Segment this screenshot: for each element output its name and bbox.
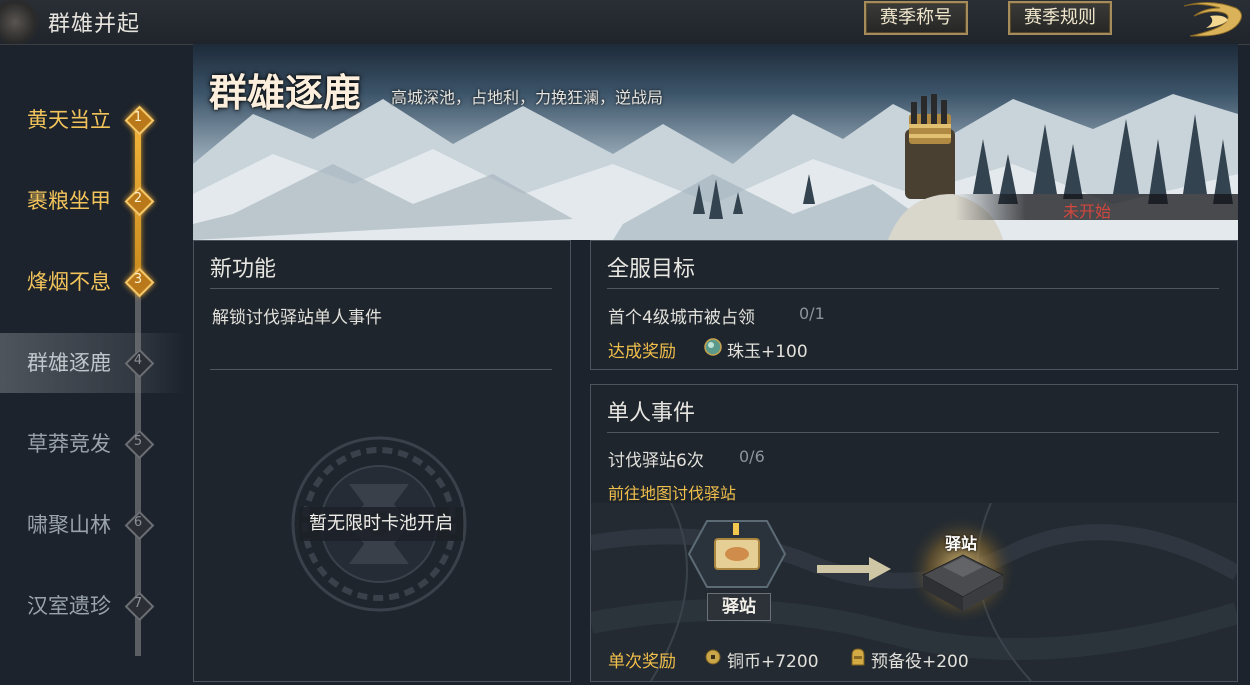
chapter-subtitle: 高城深池，占地利，力挽狂澜，逆战局 <box>391 88 664 107</box>
single-event-panel: 单人事件 讨伐驿站6次 0/6 前往地图讨伐驿站 驿站 驿站 单次奖励 铜币+7… <box>590 384 1238 682</box>
chapter-item-1[interactable]: 黄天当立 1 <box>0 90 185 150</box>
arrow-right-icon <box>817 557 891 581</box>
event-progress: 0/6 <box>739 447 765 466</box>
chapter-label: 啸聚山林 <box>27 513 111 537</box>
scroll-map-icon <box>687 520 787 588</box>
new-features-panel: 新功能 解锁讨伐驿站单人事件 暂无限时卡池开启 <box>193 240 571 682</box>
chapter-node-icon: 1 <box>124 105 155 136</box>
chapter-item-5[interactable]: 草莽竞发 5 <box>0 414 185 474</box>
chapter-title: 群雄逐鹿 <box>209 70 362 115</box>
status-badge: 未开始 <box>1063 202 1112 221</box>
goal-reward: 珠玉+100 <box>727 342 808 362</box>
reward-copper: 铜币+7200 <box>727 652 819 672</box>
chapter-label: 黄天当立 <box>27 108 111 132</box>
game-title: 群雄并起 <box>48 12 141 37</box>
goal-progress: 0/1 <box>799 304 825 323</box>
reward-reserve: 预备役+200 <box>871 652 969 672</box>
season-rules-button[interactable]: 赛季规则 <box>1008 1 1112 35</box>
panel-title: 全服目标 <box>607 257 696 282</box>
chapter-node-icon: 3 <box>124 267 155 298</box>
server-goal-panel: 全服目标 首个4级城市被占领 0/1 达成奖励 珠玉+100 <box>590 240 1238 370</box>
divider <box>210 369 552 370</box>
chapter-node-icon: 2 <box>124 186 155 217</box>
chapter-node-icon: 7 <box>124 591 155 622</box>
season-title-button[interactable]: 赛季称号 <box>864 1 968 35</box>
top-bar: 群雄并起 赛季称号 赛季规则 <box>0 0 1250 45</box>
emblem-icon <box>0 0 40 44</box>
divider <box>607 288 1219 289</box>
chapter-sidebar: 黄天当立 1 裹粮坐甲 2 烽烟不息 3 群雄逐鹿 4 草莽竞发 5 啸聚山林 … <box>0 44 185 685</box>
feature-item: 解锁讨伐驿站单人事件 <box>212 308 382 328</box>
reserve-soldier-icon <box>851 648 865 666</box>
chapter-label: 汉室遗珍 <box>27 594 111 618</box>
dragon-close-icon[interactable] <box>1180 0 1246 40</box>
chapter-node-icon: 5 <box>124 429 155 460</box>
panel-title: 单人事件 <box>607 401 696 426</box>
divider <box>210 288 552 289</box>
chapter-item-3[interactable]: 烽烟不息 3 <box>0 252 185 312</box>
chapter-node-icon: 6 <box>124 510 155 541</box>
event-task: 讨伐驿站6次 <box>608 451 704 471</box>
station-name-label: 驿站 <box>945 534 978 553</box>
jade-icon <box>704 338 722 356</box>
reward-label: 单次奖励 <box>608 652 676 672</box>
chapter-item-6[interactable]: 啸聚山林 6 <box>0 495 185 555</box>
reward-label: 达成奖励 <box>608 342 676 362</box>
station-tag: 驿站 <box>707 593 771 621</box>
chapter-item-4[interactable]: 群雄逐鹿 4 <box>0 333 185 393</box>
copper-coin-icon <box>705 649 721 665</box>
panel-title: 新功能 <box>210 257 277 282</box>
chapter-item-2[interactable]: 裹粮坐甲 2 <box>0 171 185 231</box>
chapter-label: 草莽竞发 <box>27 432 111 456</box>
chapter-banner: 群雄逐鹿 高城深池，占地利，力挽狂澜，逆战局 未开始 <box>193 44 1238 240</box>
chapter-label: 烽烟不息 <box>27 270 111 294</box>
no-limited-pool-text: 暂无限时卡池开启 <box>299 507 463 541</box>
goto-map-link[interactable]: 前往地图讨伐驿站 <box>608 480 736 504</box>
chapter-item-7[interactable]: 汉室遗珍 7 <box>0 576 185 636</box>
chapter-label: 群雄逐鹿 <box>27 351 111 375</box>
goal-task: 首个4级城市被占领 <box>608 308 755 328</box>
chapter-node-icon: 4 <box>124 348 155 379</box>
divider <box>607 432 1219 433</box>
chapter-label: 裹粮坐甲 <box>27 189 111 213</box>
